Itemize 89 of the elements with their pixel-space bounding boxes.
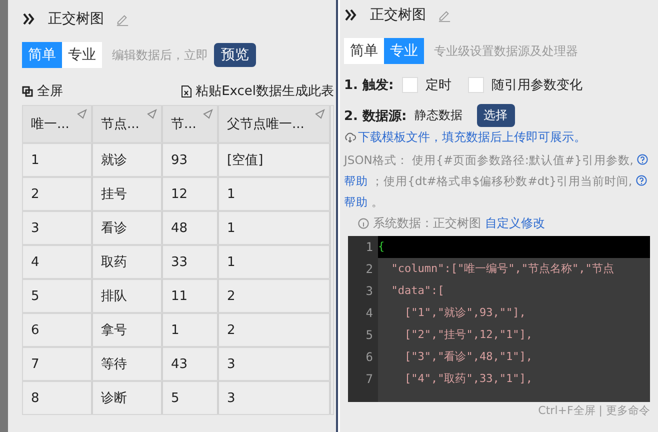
code-line: ["2","挂号",12,"1"],	[403, 327, 534, 343]
pencil-icon[interactable]	[116, 12, 129, 26]
expand-icon[interactable]	[344, 9, 358, 21]
table-cell: 诊断	[93, 380, 163, 414]
cloud-download-icon	[344, 132, 356, 143]
preview-button[interactable]: 预览	[214, 43, 256, 67]
trigger-label: 1. 触发:	[344, 77, 394, 94]
table-cell: 就诊	[93, 142, 163, 176]
checkbox[interactable]	[402, 77, 418, 93]
checkbox-label: 随引用参数变化	[492, 77, 583, 94]
filter-icon[interactable]	[203, 109, 213, 119]
table-cell: 43	[163, 346, 219, 380]
expand-icon[interactable]	[22, 13, 36, 25]
table-cell: 3	[219, 346, 331, 380]
system-data-text: 系统数据：正交树图	[373, 215, 481, 232]
table-cell: 1	[23, 142, 93, 176]
table-cell: 11	[163, 278, 219, 312]
help-icon[interactable]	[636, 175, 647, 186]
line-number: 4	[364, 305, 374, 322]
table-cell: 3	[23, 210, 93, 244]
hint-text: 专业级设置数据源及处理器	[434, 42, 578, 60]
line-number: 5	[364, 327, 374, 344]
source-label: 2. 数据源:	[344, 108, 407, 124]
table-cell: 挂号	[93, 176, 163, 210]
scrollbar-track[interactable]	[0, 0, 8, 432]
table-cell: 93	[163, 142, 219, 176]
table-cell: 1	[163, 312, 219, 346]
fullscreen-button[interactable]: 全屏	[22, 82, 63, 100]
table-cell: 2	[219, 312, 331, 346]
checkbox-label: 定时	[426, 77, 452, 94]
hint-text: 编辑数据后，立即	[112, 46, 208, 64]
line-number: 1	[364, 239, 374, 256]
table-cell: 2	[23, 176, 93, 210]
column-header[interactable]: 父节点唯一...	[219, 106, 331, 142]
paste-excel-button[interactable]: 粘贴Excel数据生成此表	[180, 82, 334, 100]
table-cell: 1	[219, 210, 331, 244]
table-cell: [空值]	[219, 142, 331, 176]
filter-icon[interactable]	[147, 109, 157, 119]
line-number: 3	[364, 283, 374, 300]
table-cell: 5	[23, 278, 93, 312]
code-line: "data":[	[390, 283, 446, 299]
table-cell: 取药	[93, 244, 163, 278]
custom-edit-link[interactable]: 自定义修改	[485, 215, 545, 232]
table-cell: 拿号	[93, 312, 163, 346]
pencil-icon[interactable]	[438, 8, 451, 22]
table-cell: 33	[163, 244, 219, 278]
fullscreen-icon	[22, 86, 33, 96]
footer-hint: Ctrl+F全屏 | 更多命令	[537, 403, 650, 418]
column-header[interactable]: 节点...	[93, 106, 163, 142]
column-header[interactable]: 唯一...	[23, 106, 93, 142]
column-header[interactable]: 节...	[163, 106, 219, 142]
code-line: ["3","看诊",48,"1"],	[403, 349, 534, 365]
mode-tab[interactable]: 专业	[62, 42, 102, 68]
panel-title: 正交树图	[48, 10, 104, 28]
help-link[interactable]: 帮助	[344, 195, 368, 209]
download-template-link[interactable]: 下载模板文件，填充数据后上传即可展示。	[358, 129, 586, 146]
table-cell: 5	[163, 380, 219, 414]
filter-icon[interactable]	[315, 109, 325, 119]
table-cell: 2	[219, 278, 331, 312]
checkbox[interactable]	[468, 77, 484, 93]
code-line: ["1","就诊",93,""],	[403, 305, 527, 321]
info-icon	[358, 218, 369, 229]
code-line: "column":["唯一编号","节点名称","节点	[390, 261, 615, 277]
table-cell: 6	[23, 312, 93, 346]
table-cell: 3	[219, 380, 331, 414]
help-link[interactable]: 帮助	[344, 174, 368, 188]
table-cell: 48	[163, 210, 219, 244]
excel-file-icon	[180, 84, 192, 98]
table-cell: 等待	[93, 346, 163, 380]
table-cell: 8	[23, 380, 93, 414]
line-number: 7	[364, 371, 374, 388]
line-number: 2	[364, 261, 374, 278]
json-help-text: JSON格式： 使用{#页面参数路径:默认值#}引用参数, 帮助 ；使用{dt#格式串$偏移秒数#dt}引用当前时间, 帮助 。	[344, 150, 650, 213]
table-cell: 1	[219, 244, 331, 278]
source-value: 静态数据	[414, 107, 463, 124]
table-cell: 12	[163, 176, 219, 210]
help-icon[interactable]	[637, 154, 648, 165]
table-cell: 看诊	[93, 210, 163, 244]
select-button[interactable]: 选择	[476, 104, 515, 127]
panel-title: 正交树图	[370, 6, 426, 24]
mode-tab[interactable]: 简单	[344, 38, 384, 64]
table-cell: 1	[219, 176, 331, 210]
table-cell: 排队	[93, 278, 163, 312]
table-cell: 7	[23, 346, 93, 380]
code-editor[interactable]: 1 2 3 4 5 6 7 { "column":["唯一编号","节点名称","节点 "data":[ ["1","就诊",93,""], ["2","挂号",12,"1"], ["3","看诊",48,"1"], ["4","取药",33,"1"],	[348, 236, 650, 402]
table-cell: 4	[23, 244, 93, 278]
line-number: 6	[364, 349, 374, 366]
code-line: ["4","取药",33,"1"],	[403, 371, 534, 387]
filter-icon[interactable]	[77, 109, 87, 119]
